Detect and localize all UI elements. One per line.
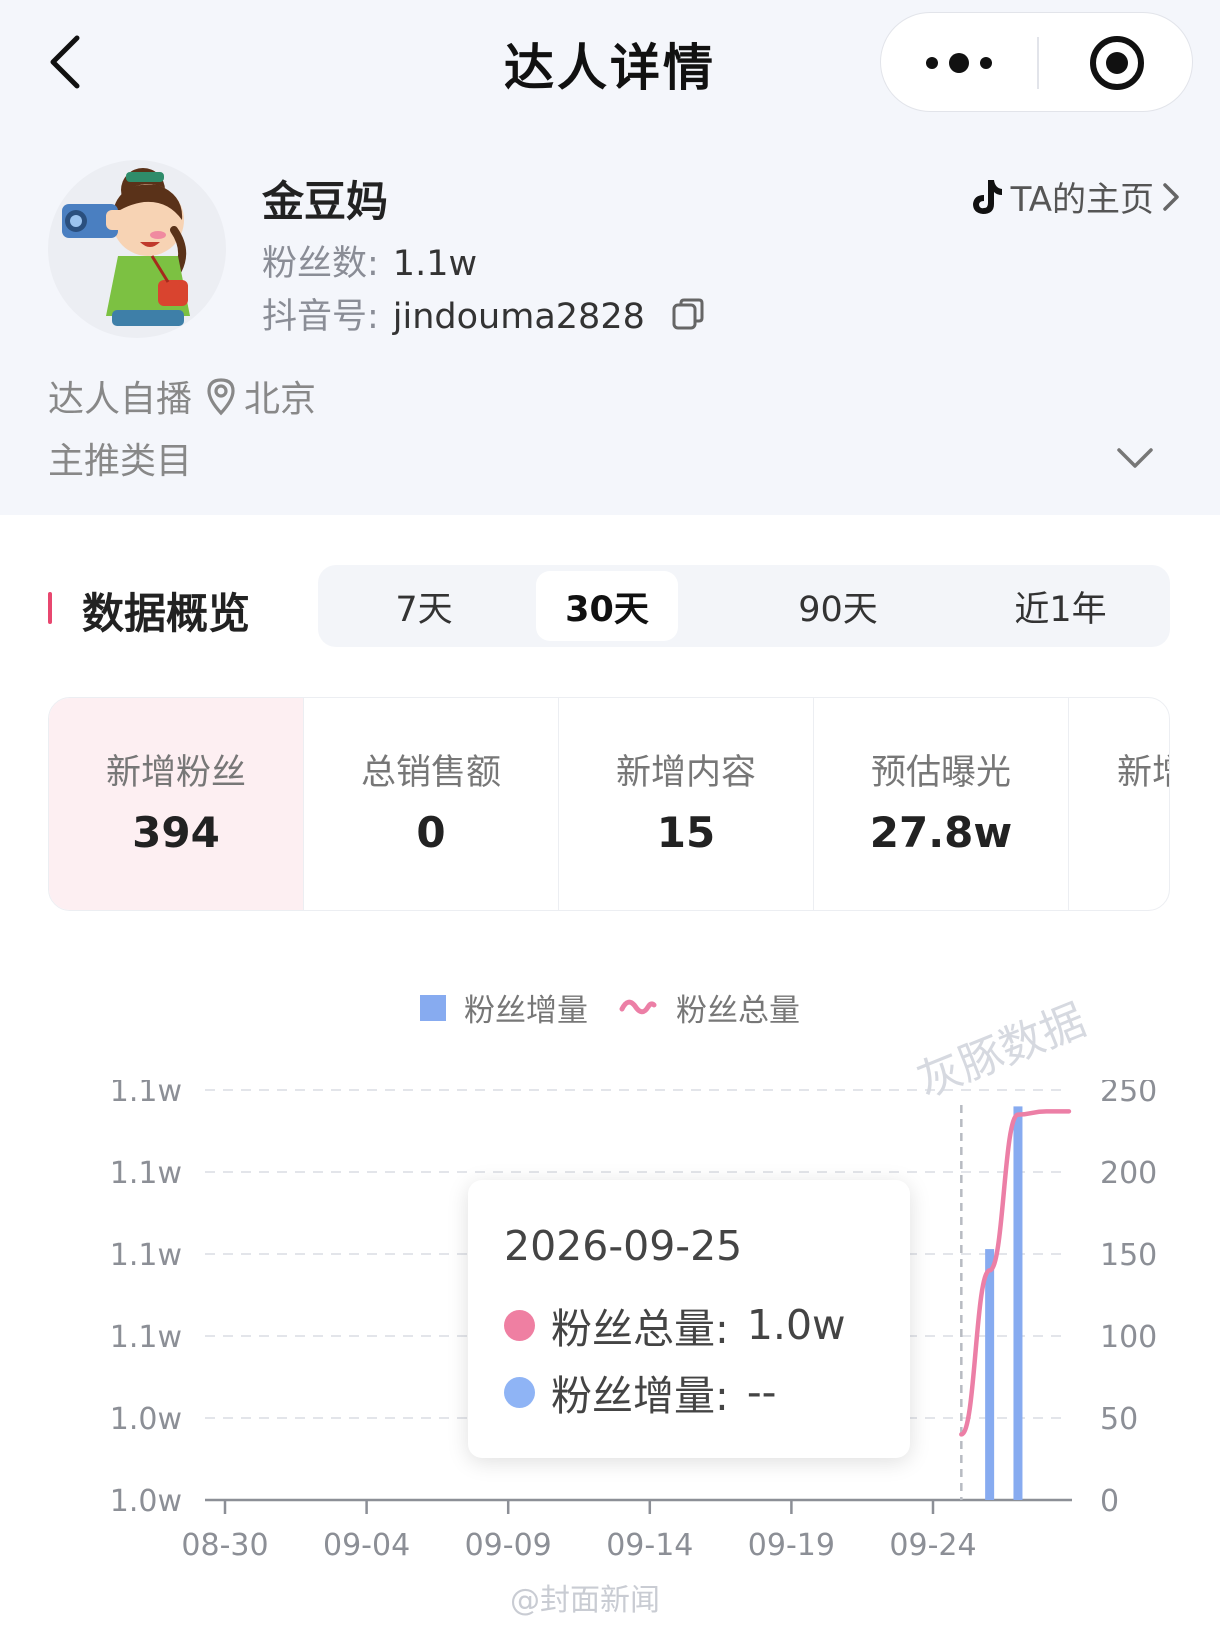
tab-7-days[interactable]: 7天 bbox=[324, 571, 524, 641]
stat-card-total-sales[interactable]: 总销售额 0 bbox=[304, 698, 559, 910]
legend-wave-icon bbox=[619, 999, 657, 1014]
avatar[interactable] bbox=[48, 160, 226, 338]
stat-value: 0 bbox=[416, 808, 446, 857]
y-right-tick-label: 0 bbox=[1100, 1484, 1119, 1519]
y-right-tick-label: 100 bbox=[1100, 1320, 1157, 1355]
close-button[interactable] bbox=[1039, 13, 1194, 113]
tab-30-days[interactable]: 30天 bbox=[536, 571, 678, 641]
stat-label: 新增内容 bbox=[615, 753, 756, 793]
y-left-tick-label: 1.1w bbox=[110, 1080, 182, 1109]
fans-row: 粉丝数: 1.1w bbox=[262, 235, 477, 286]
stat-card-estimated-exposure[interactable]: 预估曝光 27.8w bbox=[814, 698, 1069, 910]
stat-label: 预估曝光 bbox=[870, 753, 1011, 793]
y-left-tick-label: 1.0w bbox=[110, 1484, 182, 1519]
tooltip-dot-blue bbox=[504, 1376, 535, 1408]
y-right-tick-label: 50 bbox=[1100, 1402, 1138, 1437]
mini-program-capsule bbox=[880, 12, 1193, 112]
tab-1-year[interactable]: 近1年 bbox=[958, 571, 1163, 641]
tab-90-days[interactable]: 90天 bbox=[738, 571, 938, 641]
bar-fans-increment bbox=[1013, 1106, 1023, 1500]
douyin-label: 抖音号: bbox=[262, 297, 379, 337]
stat-card-new-fans[interactable]: 新增粉丝 394 bbox=[49, 698, 304, 910]
chevron-right-icon bbox=[1163, 182, 1179, 211]
tooltip-label: 粉丝增量: bbox=[551, 1372, 729, 1420]
location-pin-icon bbox=[207, 378, 235, 416]
x-tick-label: 08-30 bbox=[181, 1528, 268, 1563]
category-label: 主推类目 bbox=[48, 441, 193, 482]
bar-fans-increment bbox=[985, 1249, 995, 1500]
location-tag: 北京 bbox=[204, 370, 316, 422]
fans-label: 粉丝数: bbox=[262, 244, 379, 284]
period-tabs: 7天 30天 90天 近1年 bbox=[318, 565, 1170, 647]
legend-item-fans-total[interactable]: 粉丝总量 bbox=[618, 985, 800, 1030]
tooltip-value: -- bbox=[746, 1368, 777, 1416]
tooltip-dot-pink bbox=[504, 1309, 535, 1341]
overview-title: 数据概览 bbox=[82, 589, 251, 638]
tooltip-row-increment: 粉丝增量: -- bbox=[504, 1362, 776, 1422]
tooltip-date: 2026-09-25 bbox=[504, 1222, 743, 1270]
copy-button[interactable] bbox=[670, 296, 706, 341]
stat-label: 总销售额 bbox=[360, 753, 501, 793]
legend-bar-swatch bbox=[420, 994, 446, 1021]
creator-name: 金豆妈 bbox=[262, 177, 389, 226]
y-left-tick-label: 1.1w bbox=[110, 1156, 182, 1191]
more-dots-icon bbox=[926, 53, 992, 73]
chevron-down-icon bbox=[1117, 448, 1153, 468]
tooltip-label: 粉丝总量: bbox=[551, 1305, 729, 1353]
stat-card-partial[interactable]: 新增 bbox=[1069, 698, 1169, 910]
legend-item-fans-increment[interactable]: 粉丝增量 bbox=[420, 985, 588, 1030]
x-tick-label: 09-19 bbox=[748, 1528, 835, 1563]
y-right-tick-label: 250 bbox=[1100, 1080, 1157, 1109]
legend-label: 粉丝增量 bbox=[464, 993, 588, 1029]
homepage-label: TA的主页 bbox=[1010, 180, 1154, 220]
y-left-tick-label: 1.1w bbox=[110, 1238, 182, 1273]
legend-label: 粉丝总量 bbox=[676, 993, 800, 1029]
copy-icon bbox=[672, 298, 704, 329]
stat-card-new-content[interactable]: 新增内容 15 bbox=[559, 698, 814, 910]
stat-label: 新增 bbox=[1117, 753, 1169, 793]
stat-value: 15 bbox=[656, 808, 716, 857]
douyin-row: 抖音号: jindouma2828 bbox=[262, 288, 706, 341]
x-tick-label: 09-14 bbox=[606, 1528, 693, 1563]
chart-tooltip: 2026-09-25 粉丝总量: 1.0w 粉丝增量: -- bbox=[468, 1180, 910, 1458]
y-left-tick-label: 1.0w bbox=[110, 1402, 182, 1437]
homepage-link[interactable]: TA的主页 bbox=[969, 172, 1180, 221]
stat-label: 新增粉丝 bbox=[105, 753, 246, 793]
x-tick-label: 09-24 bbox=[889, 1528, 976, 1563]
tooltip-row-total: 粉丝总量: 1.0w bbox=[504, 1295, 846, 1355]
location-label: 北京 bbox=[244, 379, 317, 420]
stat-value: 394 bbox=[132, 808, 220, 857]
y-right-tick-label: 150 bbox=[1100, 1238, 1157, 1273]
tooltip-value: 1.0w bbox=[746, 1301, 846, 1349]
stats-cards: 新增粉丝 394 总销售额 0 新增内容 15 预估曝光 27.8w 新增 bbox=[48, 697, 1170, 911]
expand-category-button[interactable] bbox=[1112, 438, 1158, 478]
y-right-tick-label: 200 bbox=[1100, 1156, 1157, 1191]
target-close-icon bbox=[1089, 36, 1144, 90]
watermark-bottom: @封面新闻 bbox=[510, 1583, 660, 1618]
y-left-tick-label: 1.1w bbox=[110, 1320, 182, 1355]
more-button[interactable] bbox=[881, 13, 1037, 113]
section-accent-bar bbox=[48, 592, 52, 624]
x-tick-label: 09-09 bbox=[465, 1528, 552, 1563]
stat-value: 27.8w bbox=[869, 808, 1013, 857]
creator-type-tag: 达人自播 bbox=[48, 379, 193, 420]
douyin-id: jindouma2828 bbox=[392, 297, 645, 337]
creator-tags: 达人自播 北京 bbox=[48, 370, 316, 422]
douyin-icon bbox=[972, 179, 1002, 214]
x-tick-label: 09-04 bbox=[323, 1528, 410, 1563]
fans-value: 1.1w bbox=[392, 244, 478, 284]
